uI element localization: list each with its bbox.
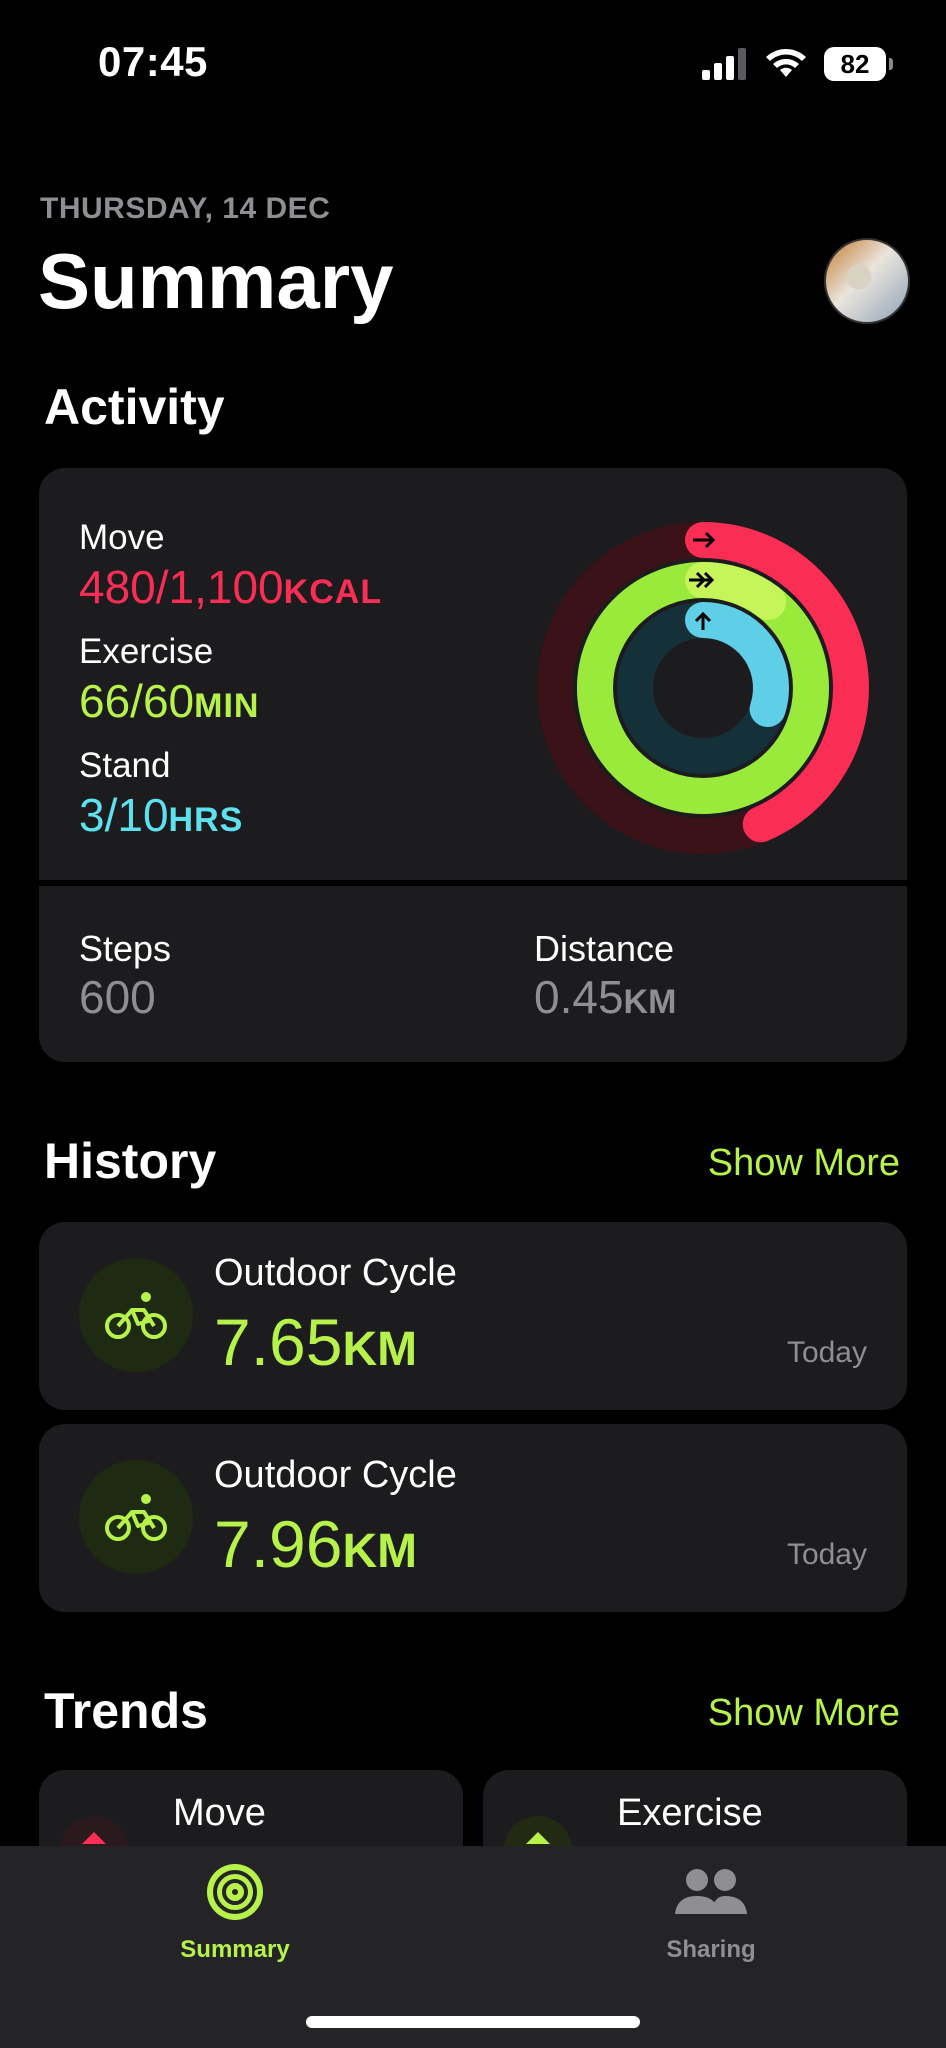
history-item-2-number: 7.96 (214, 1507, 343, 1581)
history-item-1-name: Outdoor Cycle (214, 1252, 457, 1294)
history-item-2-unit: KM (342, 1525, 418, 1578)
home-indicator (306, 2016, 640, 2028)
history-show-more-link[interactable]: Show More (708, 1142, 900, 1185)
move-value: 480/1,100KCAL (79, 560, 382, 614)
history-item-1[interactable]: Outdoor Cycle 7.65KM Today (39, 1222, 907, 1410)
tab-sharing-label: Sharing (666, 1936, 756, 1963)
exercise-value-number: 66/60 (79, 675, 195, 727)
cycling-icon (79, 1460, 193, 1574)
history-item-2-name: Outdoor Cycle (214, 1454, 457, 1496)
exercise-value: 66/60MIN (79, 674, 259, 728)
stand-value: 3/10HRS (79, 788, 243, 842)
tab-sharing[interactable]: Sharing (626, 1862, 796, 1972)
trend-up-icon (504, 1816, 572, 1850)
stand-unit: HRS (168, 801, 244, 839)
history-item-2-value: 7.96KM (214, 1506, 417, 1582)
trends-section-title: Trends (44, 1683, 208, 1739)
steps-distance-card[interactable]: Steps 600 Distance 0.45KM (39, 886, 907, 1062)
move-label: Move (79, 518, 165, 557)
trend-up-icon (60, 1816, 128, 1850)
trend-exercise-label: Exercise (617, 1792, 763, 1834)
steps-value: 600 (79, 971, 156, 1023)
sharing-icon (675, 1869, 747, 1914)
move-unit: KCAL (283, 573, 383, 611)
activity-rings-icon (207, 1864, 263, 1920)
signal-icon (702, 48, 746, 80)
history-item-1-value: 7.65KM (214, 1304, 417, 1380)
header-date: THURSDAY, 14 DEC (40, 192, 331, 225)
activity-rings-icon (537, 522, 869, 854)
distance-unit: KM (623, 983, 677, 1021)
activity-section-title: Activity (44, 379, 225, 435)
exercise-label: Exercise (79, 632, 214, 671)
tab-summary[interactable]: Summary (150, 1862, 320, 1972)
exercise-unit: MIN (194, 687, 260, 725)
history-item-1-number: 7.65 (214, 1305, 343, 1379)
steps-label: Steps (79, 928, 172, 969)
status-icons: 82 (702, 44, 893, 84)
stand-label: Stand (79, 746, 171, 785)
move-value-number: 480/1,100 (79, 561, 284, 613)
tab-summary-label: Summary (180, 1936, 290, 1963)
page-title: Summary (38, 237, 394, 325)
trend-move-label: Move (173, 1792, 266, 1834)
history-item-2[interactable]: Outdoor Cycle 7.96KM Today (39, 1424, 907, 1612)
distance-value: 0.45KM (534, 970, 676, 1024)
history-item-2-date: Today (786, 1538, 867, 1571)
history-item-1-unit: KM (342, 1323, 418, 1376)
trends-show-more-link[interactable]: Show More (708, 1692, 900, 1735)
stand-value-number: 3/10 (79, 789, 169, 841)
avatar[interactable] (824, 238, 910, 324)
wifi-icon (766, 49, 806, 77)
activity-rings-card[interactable]: Move 480/1,100KCAL Exercise 66/60MIN Sta… (39, 468, 907, 880)
status-time: 07:45 (98, 38, 208, 85)
distance-label: Distance (534, 928, 675, 969)
battery-icon: 82 (824, 47, 893, 81)
history-section-title: History (44, 1133, 217, 1189)
distance-value-number: 0.45 (534, 971, 624, 1023)
cycling-icon (79, 1258, 193, 1372)
history-item-1-date: Today (786, 1336, 867, 1369)
